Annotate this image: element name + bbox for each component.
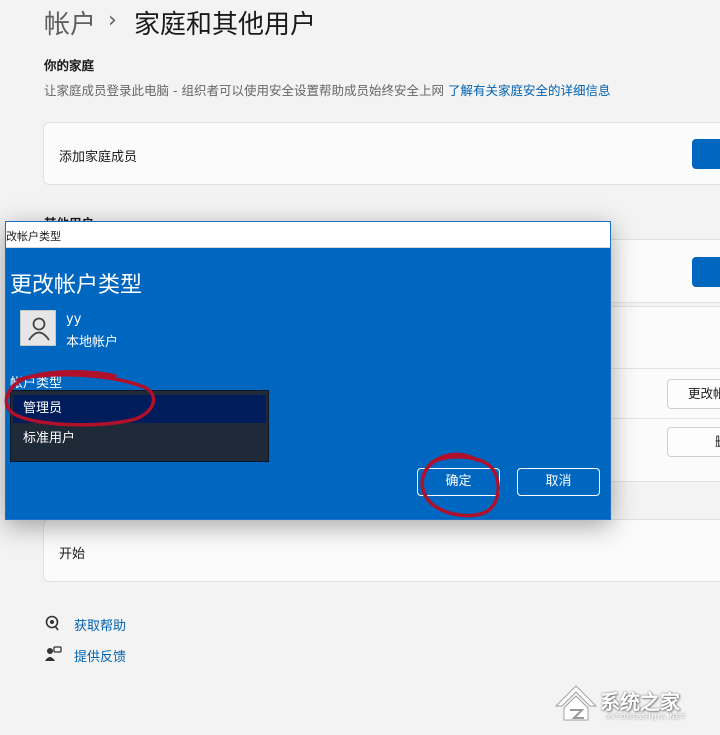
add-family-member-button[interactable] [692,139,720,169]
change-account-type-button[interactable]: 更改帐户类型 [667,379,720,409]
family-section-description: 让家庭成员登录此电脑 - 组织者可以使用安全设置帮助成员始终安全上网 了解有关家… [44,80,610,99]
option-standard-user[interactable]: 标准用户 [13,425,266,453]
user-name: yy [66,312,82,327]
account-type-listbox[interactable]: 管理员 标准用户 [10,390,269,462]
cancel-button[interactable]: 取消 [517,468,600,496]
feedback-icon [45,646,62,661]
breadcrumb-separator: › [108,8,117,33]
kiosk-card [43,519,720,582]
family-section-title: 你的家庭 [44,58,95,73]
breadcrumb-accounts[interactable]: 帐户 [44,4,96,41]
kiosk-start-label: 开始 [59,547,86,562]
user-avatar-icon [28,317,50,341]
watermark-text: 系统之家 [600,690,680,714]
remove-account-button[interactable]: 删除 [667,427,720,457]
dialog-window-title: 改帐户类型 [6,230,61,243]
watermark-logo-icon [554,685,598,721]
family-description-text: 让家庭成员登录此电脑 - 组织者可以使用安全设置帮助成员始终安全上网 [44,83,444,98]
add-family-member-label: 添加家庭成员 [59,150,138,165]
ok-button[interactable]: 确定 [417,468,500,496]
change-account-type-dialog: 改帐户类型 更改帐户类型 yy 本地帐户 帐户类型 管理员 标准用户 确定 取消 [5,221,611,520]
dialog-heading: 更改帐户类型 [10,273,143,298]
watermark-subtext: XITONGZHIJIA.NET [606,713,687,721]
page-title: 家庭和其他用户 [134,10,317,40]
dialog-titlebar[interactable]: 改帐户类型 [6,222,610,248]
feedback-label: 提供反馈 [74,650,127,665]
add-family-member-card [43,122,720,185]
family-safety-link[interactable]: 了解有关家庭安全的详细信息 [448,83,611,98]
avatar [20,310,56,346]
option-administrator[interactable]: 管理员 [13,395,266,423]
add-other-user-button[interactable] [692,257,720,287]
user-account-kind: 本地帐户 [66,335,119,350]
account-type-label: 帐户类型 [10,376,63,391]
help-icon [45,615,59,631]
get-help-label: 获取帮助 [74,619,127,634]
